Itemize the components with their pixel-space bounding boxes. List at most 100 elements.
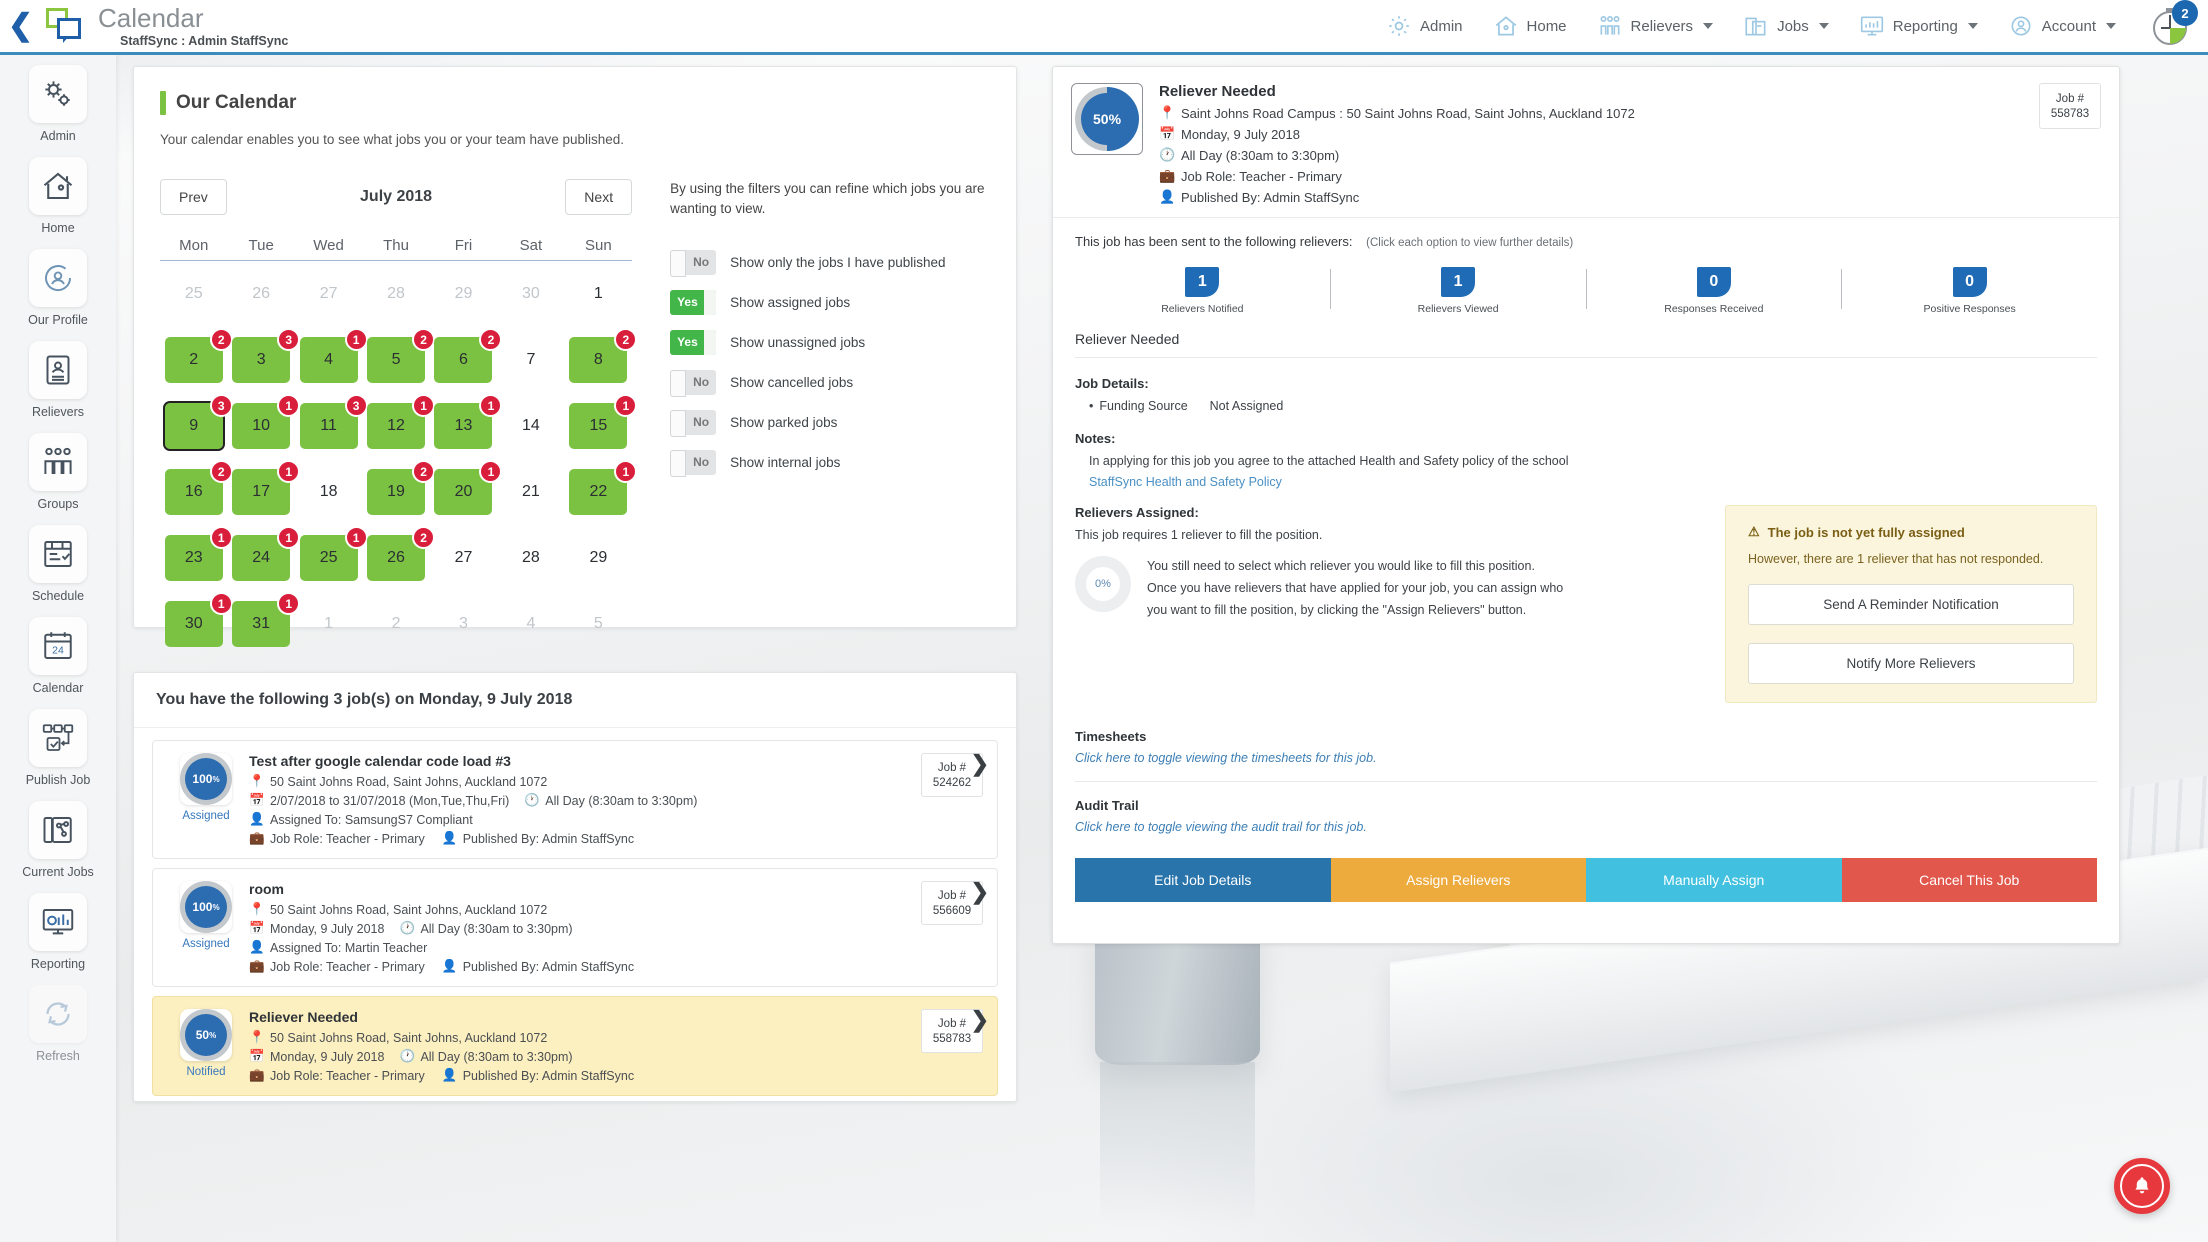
cancel-this-job-button[interactable]: Cancel This Job bbox=[1841, 858, 2097, 902]
topnav-item-home[interactable]: Home bbox=[1493, 13, 1567, 39]
toggle-show-parked-jobs[interactable]: No bbox=[670, 409, 717, 437]
calendar-day-31[interactable]: 31 1 bbox=[232, 592, 301, 647]
toggle-show-only-my-jobs[interactable]: No bbox=[670, 249, 717, 277]
calendar-day-3[interactable]: 33 bbox=[232, 328, 301, 383]
sidebar-item-label: Calendar bbox=[32, 681, 84, 695]
expand-chevron-icon[interactable]: ❯ bbox=[971, 751, 989, 777]
calendar-day-cell: 1 bbox=[565, 271, 632, 327]
prev-month-button[interactable]: Prev bbox=[160, 179, 227, 215]
calendar-day-8[interactable]: 82 bbox=[569, 328, 638, 383]
calendar-dow-row: Mon Tue Wed Thu Fri Sat Sun bbox=[160, 237, 633, 261]
calendar-day-13[interactable]: 13 1 bbox=[434, 394, 503, 449]
calendar-day-24[interactable]: 24 1 bbox=[232, 526, 301, 581]
calendar-day-27: 27 bbox=[434, 535, 492, 581]
sidebar-item-reporting[interactable]: Reporting bbox=[0, 883, 116, 975]
calendar-day-17[interactable]: 17 1 bbox=[232, 460, 301, 515]
calendar-day-22[interactable]: 22 1 bbox=[569, 460, 638, 515]
job-card[interactable]: 100% Assigned Test after google calendar c… bbox=[152, 740, 998, 859]
page-subtitle: StaffSync : Admin StaffSync bbox=[120, 33, 289, 48]
sidebar-item-calendar[interactable]: 24 Calendar bbox=[0, 607, 116, 699]
calendar-day-26[interactable]: 26 2 bbox=[367, 526, 436, 581]
job-action-bar: Edit Job Details Assign Relievers Manually… bbox=[1075, 858, 2097, 902]
stat-relievers-notified[interactable]: 1 Relievers Notified bbox=[1075, 267, 1330, 315]
sidebar-item-groups[interactable]: Groups bbox=[0, 423, 116, 515]
relievers-assigned-inner: 0% You still need to select which reliev… bbox=[1075, 556, 1705, 622]
sidebar-item-our-profile[interactable]: Our Profile bbox=[0, 239, 116, 331]
topnav-item-account[interactable]: Account bbox=[2008, 13, 2116, 39]
calendar-day-15[interactable]: 15 1 bbox=[569, 394, 638, 449]
sidebar-item-schedule[interactable]: Schedule bbox=[0, 515, 116, 607]
notification-bell-button[interactable] bbox=[2114, 1158, 2170, 1214]
toggle-show-unassigned-jobs[interactable]: Yes bbox=[670, 329, 717, 355]
warning-title-row: ⚠ The job is not yet fully assigned bbox=[1748, 524, 2074, 540]
topnav-item-admin[interactable]: Admin bbox=[1386, 13, 1463, 39]
stat-label: Relievers Notified bbox=[1161, 303, 1244, 315]
calendar-day-cell: 20 1 bbox=[430, 460, 503, 525]
calendar-day-1: 1 bbox=[569, 271, 627, 317]
send-reminder-notification-button[interactable]: Send A Reminder Notification bbox=[1748, 584, 2074, 625]
calendar-day-number: 6 bbox=[459, 351, 468, 368]
job-card-role: Job Role: Teacher - Primary bbox=[270, 1068, 425, 1083]
briefcase-icon bbox=[1743, 13, 1769, 39]
toggle-show-cancelled-jobs[interactable]: No bbox=[670, 369, 717, 397]
calendar-day-9[interactable]: 93 bbox=[162, 394, 233, 451]
page-title: Calendar bbox=[98, 3, 204, 34]
assign-relievers-button[interactable]: Assign Relievers bbox=[1330, 858, 1586, 902]
current-jobs-icon bbox=[29, 801, 87, 859]
sidebar-item-admin[interactable]: Admin bbox=[0, 55, 116, 147]
health-safety-policy-link[interactable]: StaffSync Health and Safety Policy bbox=[1075, 475, 2097, 489]
calendar-nav: Prev July 2018 Next bbox=[160, 179, 633, 215]
job-card[interactable]: 50% Notified Reliever Needed 📍 50 Saint John… bbox=[152, 996, 998, 1096]
audit-trail-toggle-link[interactable]: Click here to toggle viewing the audit t… bbox=[1075, 820, 2097, 834]
calendar-day-19[interactable]: 19 2 bbox=[367, 460, 436, 515]
calendar-day-number: 29 bbox=[454, 285, 473, 302]
avatar[interactable]: 2 bbox=[2146, 0, 2198, 50]
sidebar-item-home[interactable]: Home bbox=[0, 147, 116, 239]
sidebar-item-publish-job[interactable]: Publish Job bbox=[0, 699, 116, 791]
calendar-day-23[interactable]: 23 1 bbox=[164, 526, 233, 581]
calendar-day-number: 29 bbox=[589, 549, 608, 566]
stat-positive-responses[interactable]: 0 Positive Responses bbox=[1842, 267, 2097, 315]
expand-chevron-icon[interactable]: ❯ bbox=[971, 879, 989, 905]
calendar-day-5[interactable]: 52 bbox=[367, 328, 436, 383]
calendar-day-16[interactable]: 16 2 bbox=[164, 460, 233, 515]
stat-responses-received[interactable]: 0 Responses Received bbox=[1587, 267, 1842, 315]
calendar-day-2[interactable]: 22 bbox=[164, 328, 233, 383]
calendar-day-30[interactable]: 30 1 bbox=[164, 592, 233, 647]
job-card[interactable]: 100% Assigned room 📍 50 Saint Johns Road, Sa… bbox=[152, 868, 998, 987]
notify-more-relievers-button[interactable]: Notify More Relievers bbox=[1748, 643, 2074, 684]
topnav-label: Relievers bbox=[1630, 17, 1694, 35]
toggle-state-label: Yes bbox=[677, 295, 698, 309]
calendar-day-4[interactable]: 41 bbox=[299, 328, 368, 383]
stat-relievers-viewed[interactable]: 1 Relievers Viewed bbox=[1331, 267, 1586, 315]
topnav-item-relievers[interactable]: Relievers bbox=[1597, 13, 1714, 39]
toggle-state-label: No bbox=[693, 415, 710, 429]
calendar-day-cell: 11 3 bbox=[295, 394, 368, 459]
toggle-show-internal-jobs[interactable]: No bbox=[670, 449, 717, 477]
back-chevron-icon[interactable]: ❮ bbox=[8, 11, 42, 41]
calendar-day-12[interactable]: 12 1 bbox=[367, 394, 436, 449]
calendar-day-6[interactable]: 62 bbox=[434, 328, 503, 383]
jobs-list: 100% Assigned Test after google calendar c… bbox=[134, 728, 1016, 1117]
sidebar-item-refresh[interactable]: Refresh bbox=[0, 975, 116, 1067]
sidebar-item-relievers[interactable]: Relievers bbox=[0, 331, 116, 423]
calendar-day-cell: 33 bbox=[227, 328, 301, 393]
location-pin-icon: 📍 bbox=[249, 774, 265, 788]
manually-assign-button[interactable]: Manually Assign bbox=[1586, 858, 1842, 902]
toggle-state-label: No bbox=[693, 375, 710, 389]
calendar-day-20[interactable]: 20 1 bbox=[434, 460, 503, 515]
calendar-day-cell: 14 bbox=[497, 403, 564, 459]
calendar-day-cell: 15 1 bbox=[565, 394, 638, 459]
topnav-item-reporting[interactable]: Reporting bbox=[1859, 13, 1978, 39]
sidebar-item-label: Publish Job bbox=[25, 773, 91, 787]
topnav-item-jobs[interactable]: Jobs bbox=[1743, 13, 1829, 39]
edit-job-details-button[interactable]: Edit Job Details bbox=[1075, 858, 1331, 902]
next-month-button[interactable]: Next bbox=[565, 179, 633, 215]
expand-chevron-icon[interactable]: ❯ bbox=[971, 1007, 989, 1033]
calendar-day-10[interactable]: 10 1 bbox=[232, 394, 301, 449]
toggle-show-assigned-jobs[interactable]: Yes bbox=[670, 289, 717, 315]
sidebar-item-current-jobs[interactable]: Current Jobs bbox=[0, 791, 116, 883]
calendar-day-25[interactable]: 25 1 bbox=[299, 526, 368, 581]
calendar-day-11[interactable]: 11 3 bbox=[299, 394, 368, 449]
timesheets-toggle-link[interactable]: Click here to toggle viewing the timeshe… bbox=[1075, 751, 2097, 765]
